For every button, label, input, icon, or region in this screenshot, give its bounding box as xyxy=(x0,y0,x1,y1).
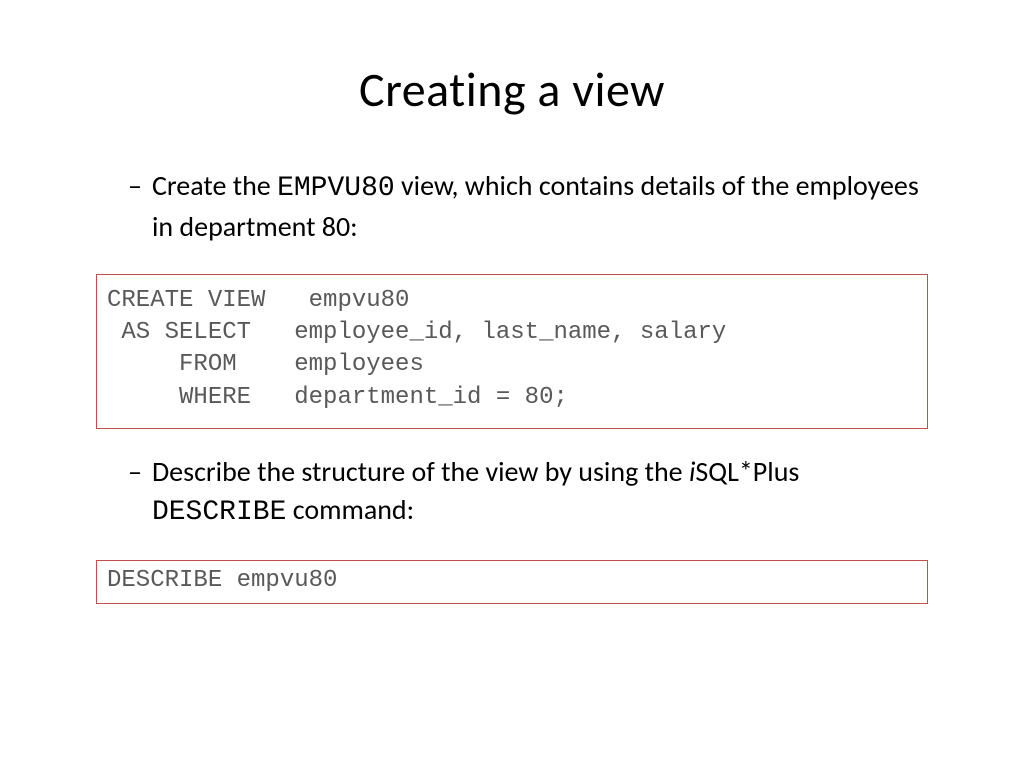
bullet-1-text: Create the EMPVU80 view, which contains … xyxy=(152,167,928,246)
bullet-dash: – xyxy=(128,453,142,491)
bullet-2: – Describe the structure of the view by … xyxy=(128,453,928,532)
code-block-create-view: CREATE VIEW empvu80 AS SELECT employee_i… xyxy=(96,274,928,430)
bullet-2-mid: SQL*Plus xyxy=(695,454,799,489)
bullet-1-pre: Create the xyxy=(152,168,277,203)
bullet-2-code: DESCRIBE xyxy=(152,497,286,528)
bullet-2-pre: Describe the structure of the view by us… xyxy=(152,454,689,489)
slide-title: Creating a view xyxy=(96,60,928,119)
bullet-2-post: command: xyxy=(286,492,414,527)
code-block-describe: DESCRIBE empvu80 xyxy=(96,560,928,604)
bullet-1-code: EMPVU80 xyxy=(277,173,395,204)
bullet-1: – Create the EMPVU80 view, which contain… xyxy=(128,167,928,246)
bullet-2-text: Describe the structure of the view by us… xyxy=(152,453,928,532)
bullet-dash: – xyxy=(128,167,142,205)
